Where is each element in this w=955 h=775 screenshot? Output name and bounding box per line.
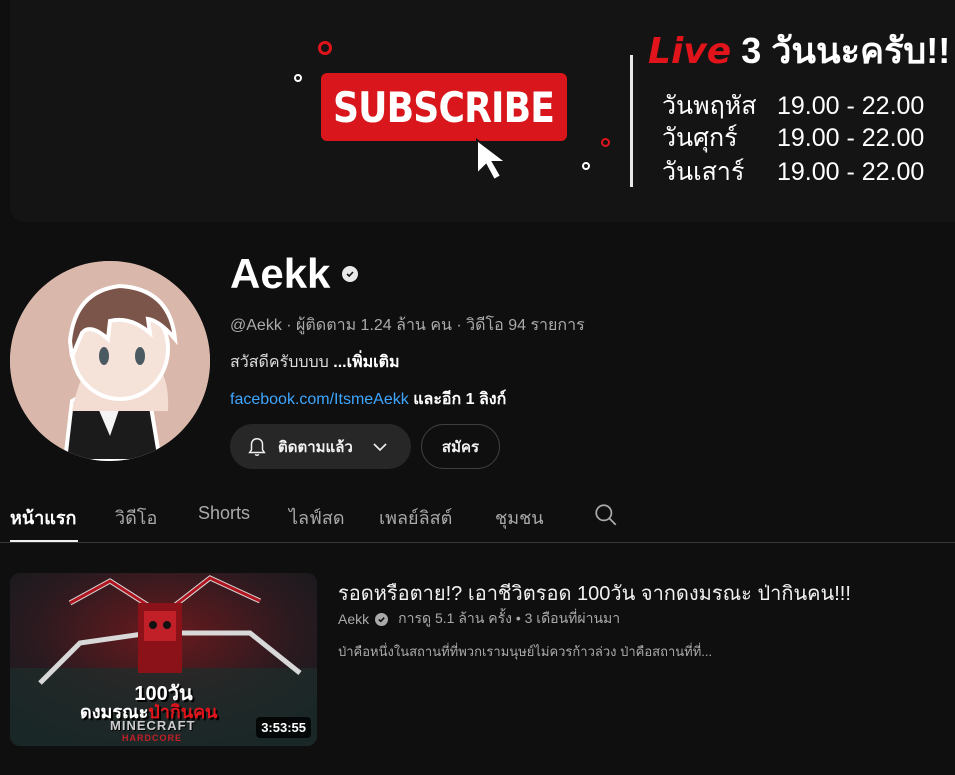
video-thumbnail[interactable]: 100วัน ดงมรณะป่ากินคน MINECRAFT HARDCORE… [10, 573, 317, 746]
channel-description: สวัสดีครับบบบ ...เพิ่มเติม [230, 350, 400, 375]
chevron-down-icon [373, 442, 387, 451]
bell-icon [248, 437, 266, 456]
schedule-time: 19.00 - 22.00 [777, 92, 925, 120]
channel-name: Aekk [230, 250, 331, 297]
video-meta: Aekk การดู 5.1 ล้าน ครั้ง • 3 เดือนที่ผ่… [338, 608, 620, 630]
banner-live-heading: Live 3 วันนะครับ!! [648, 22, 950, 79]
banner-divider [630, 55, 633, 187]
avatar-illustration [10, 261, 210, 461]
video-description: ป่าคือหนึ่งในสถานที่ที่พวกเรามนุษย์ไม่คว… [338, 644, 713, 659]
channel-banner: SUBSCRIBE Live 3 วันนะครับ!! วันพฤหัส 19.… [10, 0, 955, 222]
more-links[interactable]: และอีก 1 ลิงก์ [409, 391, 506, 408]
subscribed-label: ติดตามแล้ว [278, 438, 353, 456]
channel-name-row: Aekk [230, 250, 359, 298]
banner-subscribe-graphic: SUBSCRIBE [321, 73, 567, 141]
schedule-time: 19.00 - 22.00 [777, 158, 925, 186]
schedule-day: วันเสาร์ [662, 158, 745, 186]
channel-meta: @Aekk · ผู้ติดตาม 1.24 ล้าน คน · วิดีโอ … [230, 317, 585, 334]
description-text: สวัสดีครับบบบ [230, 354, 334, 371]
verified-icon [342, 266, 359, 282]
channel-tabs: หน้าแรก วิดีโอ Shorts ไลฟ์สด เพลย์ลิสต์ … [0, 495, 955, 543]
search-icon[interactable] [593, 502, 619, 528]
banner-subscribe-text: SUBSCRIBE [333, 82, 555, 132]
decor-dot [582, 162, 590, 170]
schedule-time: 19.00 - 22.00 [777, 124, 925, 152]
banner-live-rest: 3 วันนะครับ!! [741, 30, 951, 71]
thumbnail-brand: MINECRAFT [110, 718, 196, 733]
video-channel[interactable]: Aekk [338, 611, 369, 627]
join-button[interactable]: สมัคร [421, 424, 500, 469]
tab-videos[interactable]: วิดีโอ [115, 503, 157, 532]
schedule-row: วันเสาร์ 19.00 - 22.00 [662, 152, 924, 192]
subscribed-button[interactable]: ติดตามแล้ว [230, 424, 411, 469]
decor-dot [601, 138, 610, 147]
tab-home[interactable]: หน้าแรก [10, 503, 76, 532]
tab-community[interactable]: ชุมชน [495, 503, 544, 532]
thumbnail-brand-sub: HARDCORE [122, 733, 183, 743]
channel-links: facebook.com/ItsmeAekk และอีก 1 ลิงก์ [230, 387, 506, 412]
video-stats: การดู 5.1 ล้าน ครั้ง • 3 เดือนที่ผ่านมา [398, 610, 621, 626]
more-link[interactable]: ...เพิ่มเติม [333, 354, 399, 371]
decor-dot [318, 41, 332, 55]
active-tab-indicator [10, 540, 78, 542]
banner-live-word: Live [648, 31, 732, 72]
cursor-icon [476, 137, 509, 182]
tab-shorts[interactable]: Shorts [198, 503, 250, 524]
facebook-link[interactable]: facebook.com/ItsmeAekk [230, 391, 409, 408]
tab-playlists[interactable]: เพลย์ลิสต์ [379, 503, 452, 532]
channel-avatar[interactable] [10, 261, 210, 461]
decor-dot [294, 74, 302, 82]
verified-icon [375, 612, 389, 626]
tab-live[interactable]: ไลฟ์สด [289, 503, 345, 532]
video-duration: 3:53:55 [256, 717, 311, 738]
video-title[interactable]: รอดหรือตาย!? เอาชีวิตรอด 100วัน จากดงมรณ… [338, 577, 851, 609]
